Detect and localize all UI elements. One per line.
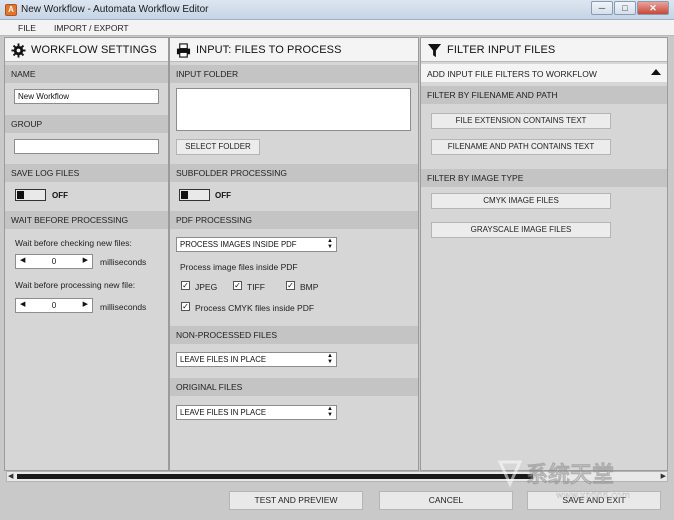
- save-log-toggle[interactable]: [15, 189, 46, 201]
- save-log-section: SAVE LOG FILES: [5, 164, 168, 182]
- toggle-knob: [181, 191, 188, 199]
- watermark-cn-text: 系统天堂: [526, 462, 614, 488]
- input-folder-field[interactable]: [176, 88, 411, 131]
- pdf-select[interactable]: PROCESS IMAGES INSIDE PDF ▲ ▼: [176, 237, 337, 252]
- group-input[interactable]: [14, 139, 159, 154]
- filter-header: FILTER INPUT FILES: [421, 38, 667, 62]
- tiff-checkbox[interactable]: ✓: [233, 281, 242, 290]
- select-folder-button[interactable]: SELECT FOLDER: [176, 139, 260, 155]
- pdf-label: PDF PROCESSING: [176, 215, 253, 225]
- jpeg-label: JPEG: [195, 282, 218, 292]
- filter-title: FILTER INPUT FILES: [447, 44, 556, 56]
- workflow-settings-title: WORKFLOW SETTINGS: [31, 44, 157, 56]
- gear-icon: [11, 43, 26, 58]
- pdf-select-value: PROCESS IMAGES INSIDE PDF: [180, 240, 297, 249]
- nonprocessed-select[interactable]: LEAVE FILES IN PLACE ▲ ▼: [176, 352, 337, 367]
- pdf-sub-label: Process image files inside PDF: [180, 262, 298, 272]
- grayscale-filter-button[interactable]: GRAYSCALE IMAGE FILES: [431, 222, 611, 238]
- collapse-caret-icon[interactable]: [651, 69, 661, 75]
- minimize-button[interactable]: ─: [591, 1, 613, 15]
- nonprocessed-select-value: LEAVE FILES IN PLACE: [180, 355, 267, 364]
- wait-processing-value: 0: [51, 301, 57, 310]
- maximize-button[interactable]: □: [614, 1, 636, 15]
- scroll-left-icon[interactable]: ◀: [8, 472, 13, 480]
- menu-bar: FILE IMPORT / EXPORT: [0, 20, 674, 36]
- name-input[interactable]: New Workflow: [14, 89, 159, 104]
- file-extension-filter-button[interactable]: FILE EXTENSION CONTAINS TEXT: [431, 113, 611, 129]
- pdf-section: PDF PROCESSING: [170, 211, 418, 229]
- input-files-header: INPUT: FILES TO PROCESS: [170, 38, 418, 62]
- name-section: NAME: [5, 65, 168, 83]
- cancel-button[interactable]: CANCEL: [379, 491, 513, 510]
- test-preview-button[interactable]: TEST AND PREVIEW: [229, 491, 363, 510]
- increment-icon[interactable]: ▶: [83, 300, 88, 308]
- filter-by-name-section: FILTER BY FILENAME AND PATH: [421, 86, 667, 104]
- cmyk-checkbox[interactable]: ✓: [181, 302, 190, 311]
- wait-processing-label: Wait before processing new file:: [15, 280, 136, 290]
- menu-import-export[interactable]: IMPORT / EXPORT: [54, 23, 129, 33]
- name-label: NAME: [11, 69, 36, 79]
- group-section: GROUP: [5, 115, 168, 133]
- add-filters-label: ADD INPUT FILE FILTERS TO WORKFLOW: [427, 69, 597, 79]
- filter-panel: FILTER INPUT FILES ADD INPUT FILE FILTER…: [420, 37, 668, 471]
- save-log-state: OFF: [52, 191, 68, 200]
- group-label: GROUP: [11, 119, 43, 129]
- wait-section: WAIT BEFORE PROCESSING: [5, 211, 168, 229]
- wait-checking-stepper[interactable]: ◀ 0 ▶: [15, 254, 93, 269]
- original-label: ORIGINAL FILES: [176, 382, 243, 392]
- original-select[interactable]: LEAVE FILES IN PLACE ▲ ▼: [176, 405, 337, 420]
- input-files-panel: INPUT: FILES TO PROCESS INPUT FOLDER SEL…: [169, 37, 419, 471]
- menu-file[interactable]: FILE: [18, 23, 36, 33]
- bmp-checkbox[interactable]: ✓: [286, 281, 295, 290]
- wait-processing-stepper[interactable]: ◀ 0 ▶: [15, 298, 93, 313]
- input-folder-label: INPUT FOLDER: [176, 69, 239, 79]
- subfolder-label: SUBFOLDER PROCESSING: [176, 168, 287, 178]
- tiff-label: TIFF: [247, 282, 265, 292]
- filter-by-name-label: FILTER BY FILENAME AND PATH: [427, 90, 558, 100]
- funnel-icon: [427, 43, 442, 58]
- wait-label: WAIT BEFORE PROCESSING: [11, 215, 129, 225]
- toggle-knob: [17, 191, 24, 199]
- increment-icon[interactable]: ▶: [83, 256, 88, 264]
- watermark-url-text: www.xp666.com: [556, 491, 630, 501]
- title-bar: A New Workflow - Automata Workflow Edito…: [0, 0, 674, 20]
- updown-arrow-icon: ▲ ▼: [327, 238, 333, 250]
- subfolder-state: OFF: [215, 191, 231, 200]
- cmyk-filter-button[interactable]: CMYK IMAGE FILES: [431, 193, 611, 209]
- scrollbar-thumb[interactable]: [17, 474, 533, 479]
- input-files-title: INPUT: FILES TO PROCESS: [196, 44, 342, 56]
- bmp-label: BMP: [300, 282, 319, 292]
- subfolder-section: SUBFOLDER PROCESSING: [170, 164, 418, 182]
- original-select-value: LEAVE FILES IN PLACE: [180, 408, 267, 417]
- wait-checking-value: 0: [51, 257, 57, 266]
- workflow-settings-panel: WORKFLOW SETTINGS NAME New Workflow GROU…: [4, 37, 169, 471]
- cmyk-label: Process CMYK files inside PDF: [195, 303, 315, 313]
- nonprocessed-label: NON-PROCESSED FILES: [176, 330, 278, 340]
- filter-by-type-section: FILTER BY IMAGE TYPE: [421, 169, 667, 187]
- add-filters-row[interactable]: ADD INPUT FILE FILTERS TO WORKFLOW: [421, 64, 667, 82]
- window-controls: ─ □ ✕: [591, 1, 669, 15]
- window-title: New Workflow - Automata Workflow Editor: [21, 4, 209, 15]
- original-section: ORIGINAL FILES: [170, 378, 418, 396]
- app-icon: A: [5, 4, 17, 16]
- filter-by-type-label: FILTER BY IMAGE TYPE: [427, 173, 524, 183]
- filename-path-filter-button[interactable]: FILENAME AND PATH CONTAINS TEXT: [431, 139, 611, 155]
- watermark-logo: 系统天堂 www.xp666.com: [497, 460, 631, 501]
- workflow-settings-header: WORKFLOW SETTINGS: [5, 38, 168, 62]
- save-log-label: SAVE LOG FILES: [11, 168, 80, 178]
- nonprocessed-section: NON-PROCESSED FILES: [170, 326, 418, 344]
- updown-arrow-icon: ▲ ▼: [327, 353, 333, 365]
- updown-arrow-icon: ▲ ▼: [327, 406, 333, 418]
- printer-icon: [176, 43, 191, 58]
- wait-processing-unit: milliseconds: [100, 302, 147, 312]
- subfolder-toggle[interactable]: [179, 189, 210, 201]
- jpeg-checkbox[interactable]: ✓: [181, 281, 190, 290]
- close-button[interactable]: ✕: [637, 1, 669, 15]
- input-folder-section: INPUT FOLDER: [170, 65, 418, 83]
- wait-checking-label: Wait before checking new files:: [15, 238, 132, 248]
- wait-checking-unit: milliseconds: [100, 257, 147, 267]
